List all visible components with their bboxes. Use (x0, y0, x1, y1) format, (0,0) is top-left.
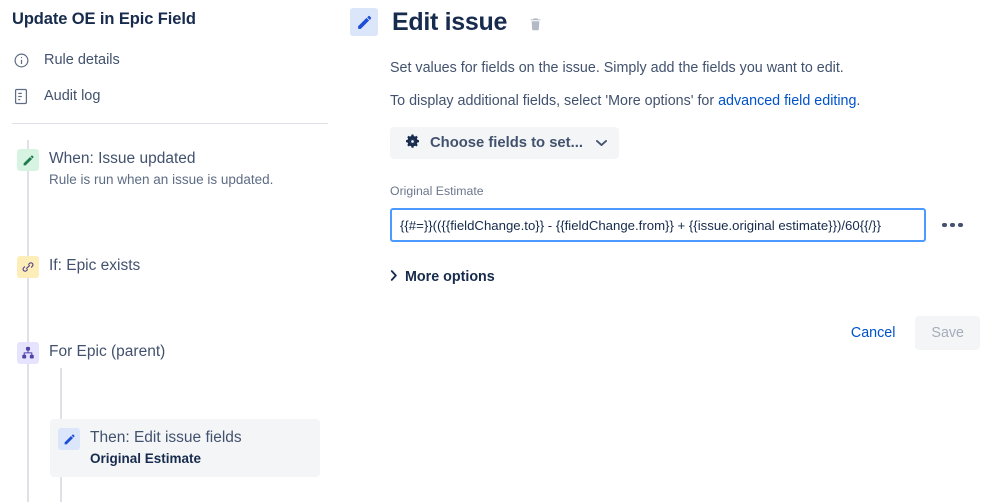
action-detail-panel: Edit issue Set values for fields on the … (340, 0, 999, 502)
link-icon (17, 256, 39, 278)
pencil-icon (350, 8, 378, 36)
tree-node-title: If: Epic exists (49, 257, 141, 274)
sidebar-item-label: Audit log (44, 88, 101, 104)
panel-title: Edit issue (392, 8, 508, 36)
tree-node-subtitle: Original Estimate (90, 451, 202, 466)
sidebar-item-rule-details[interactable]: Rule details (12, 48, 120, 72)
ellipsis-icon[interactable] (940, 219, 965, 232)
tree-node-title: When: Issue updated (49, 150, 196, 167)
save-button[interactable]: Save (915, 316, 980, 350)
pencil-icon (17, 149, 39, 171)
tree-node-condition[interactable]: If: Epic exists (17, 255, 140, 278)
more-options-label: More options (405, 269, 495, 285)
more-options-toggle[interactable]: More options (390, 268, 495, 286)
panel-description-line-1: Set values for fields on the issue. Simp… (390, 60, 844, 76)
rule-sidebar: Update OE in Epic Field Rule details Aud… (0, 0, 340, 502)
info-circle-icon (12, 51, 30, 69)
tree-node-branch[interactable]: For Epic (parent) (17, 341, 165, 364)
org-chart-icon (17, 342, 39, 364)
original-estimate-label: Original Estimate (390, 184, 484, 198)
sidebar-item-audit-log[interactable]: Audit log (12, 84, 100, 108)
panel-actions: Cancel Save (839, 316, 980, 350)
tree-node-title: For Epic (parent) (49, 343, 166, 360)
tree-node-title: Then: Edit issue fields (90, 429, 242, 446)
choose-fields-to-set-button[interactable]: Choose fields to set... (390, 127, 619, 159)
panel-header: Edit issue (350, 8, 543, 36)
cancel-button[interactable]: Cancel (839, 316, 908, 350)
pencil-icon (58, 428, 80, 450)
page-title: Update OE in Epic Field (12, 10, 196, 28)
tree-rail-main (27, 140, 29, 502)
chevron-down-icon (595, 139, 607, 147)
tree-node-action-edit-issue-fields[interactable]: Then: Edit issue fields Original Estimat… (50, 419, 320, 477)
sidebar-divider (12, 123, 328, 124)
original-estimate-input[interactable] (390, 208, 926, 242)
advanced-field-editing-link[interactable]: advanced field editing (718, 93, 856, 109)
choose-fields-label: Choose fields to set... (430, 135, 583, 151)
tree-node-subtitle: Rule is run when an issue is updated. (49, 172, 274, 187)
panel-description-line-2: To display additional fields, select 'Mo… (390, 92, 860, 110)
trash-icon[interactable] (528, 16, 543, 32)
automation-rule-editor: Update OE in Epic Field Rule details Aud… (0, 0, 999, 502)
description-suffix: . (856, 93, 861, 109)
document-icon (12, 87, 30, 105)
original-estimate-row (390, 208, 965, 242)
description-prefix: To display additional fields, select 'Mo… (390, 93, 719, 109)
tree-node-trigger[interactable]: When: Issue updated Rule is run when an … (17, 148, 273, 189)
gear-icon (404, 133, 421, 153)
chevron-right-icon (390, 268, 398, 286)
sidebar-item-label: Rule details (44, 52, 120, 68)
